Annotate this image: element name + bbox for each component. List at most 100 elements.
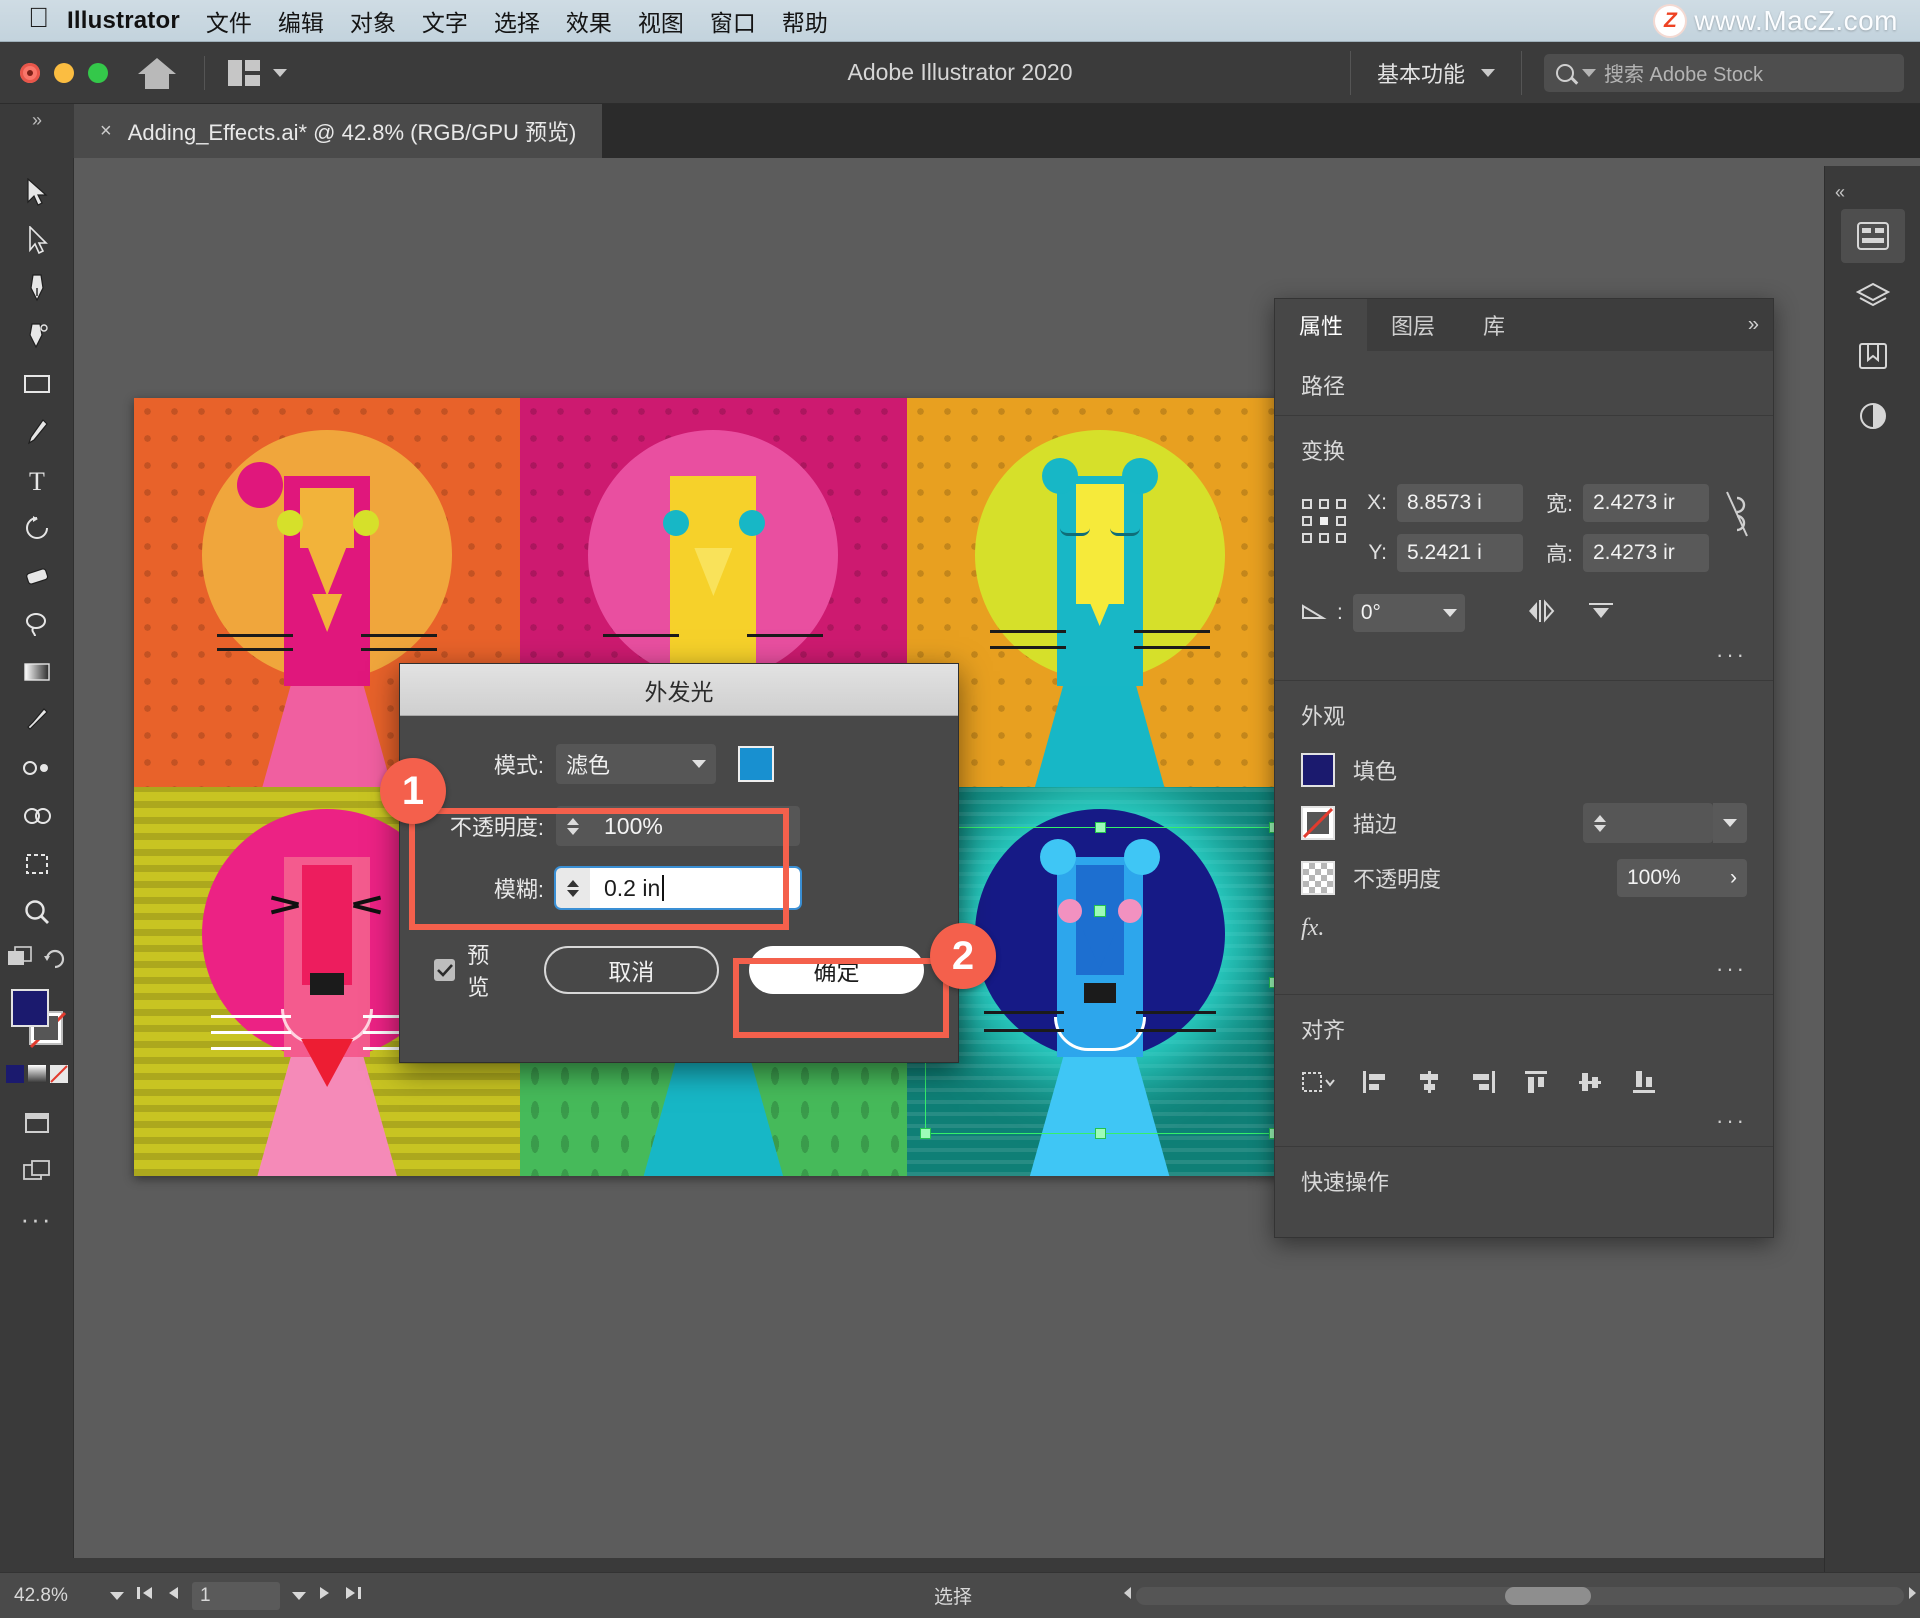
opacity-field-group[interactable]: 100% [556,806,800,846]
align-right-icon[interactable] [1469,1069,1497,1100]
fill-swatch[interactable] [10,989,49,1027]
menu-item-object[interactable]: 对象 [350,4,396,38]
properties-panel-icon[interactable] [1840,209,1905,263]
height-input[interactable]: 2.4273 ir [1583,534,1709,572]
panel-menu-icon[interactable]: » [1748,314,1759,337]
align-bottom-icon[interactable] [1631,1069,1659,1100]
align-more-button[interactable]: ··· [1275,1104,1773,1146]
selection-handle[interactable] [919,1128,931,1139]
libraries-panel-icon[interactable] [1841,329,1905,383]
selection-handle[interactable] [1094,822,1106,833]
close-window-button[interactable] [20,62,40,83]
chevron-down-icon[interactable] [273,68,287,77]
angle-select[interactable]: 0° [1352,594,1465,632]
workspace-switcher[interactable]: 基本功能 [1349,50,1522,95]
menu-item-window[interactable]: 窗口 [710,4,756,38]
none-swatch-icon[interactable] [49,1065,68,1083]
blend-tool[interactable] [10,744,64,792]
home-icon[interactable] [136,55,178,91]
page-number-input[interactable]: 1 [192,1581,280,1610]
menu-item-edit[interactable]: 编辑 [278,4,324,38]
toolbar-collapse-button[interactable]: » [0,104,74,158]
menu-item-select[interactable]: 选择 [494,4,540,38]
tool-status-label[interactable]: 选择 [934,1582,972,1609]
gradient-swatch-icon[interactable] [27,1065,46,1083]
chevron-down-icon[interactable] [292,1591,306,1600]
menu-item-file[interactable]: 文件 [206,4,252,38]
scrollbar-thumb[interactable] [1504,1586,1591,1605]
stroke-weight-input[interactable] [1617,803,1713,843]
zoom-tool[interactable] [10,888,64,936]
fill-stroke-swatches[interactable] [9,989,66,1049]
mode-select[interactable]: 滤色 [556,744,716,784]
first-page-icon[interactable] [136,1585,154,1607]
artwork-cell-lion-gold[interactable] [906,398,1293,787]
shape-builder-tool[interactable] [10,792,64,840]
properties-panel[interactable]: 属性 图层 库 » 路径 变换 X: 8.8573 i 宽: 2.4273 ir… [1274,298,1774,1238]
scroll-left-icon[interactable] [1120,1585,1136,1607]
more-tools-button[interactable]: ··· [10,1195,64,1243]
apple-logo-icon[interactable]:  [28,3,49,32]
layers-panel-icon[interactable] [1841,269,1905,323]
color-mode-swatches[interactable] [5,1065,68,1083]
next-page-icon[interactable] [318,1585,332,1607]
paintbrush-tool[interactable] [10,408,64,456]
chevron-down-icon[interactable] [1713,803,1747,843]
eraser-tool[interactable] [10,552,64,600]
transform-more-button[interactable]: ··· [1275,638,1773,680]
rectangle-tool[interactable] [10,360,64,408]
direct-selection-tool[interactable] [10,216,64,264]
opacity-options-icon[interactable]: › [1730,866,1737,890]
pen-tool[interactable] [10,264,64,312]
align-center-vertical-icon[interactable] [1577,1069,1605,1100]
gradient-tool[interactable] [10,648,64,696]
screen-mode-icon[interactable] [7,946,33,975]
zoom-level[interactable]: 42.8% [0,1585,110,1607]
align-center-horizontal-icon[interactable] [1415,1069,1443,1100]
link-broken-icon[interactable] [1723,484,1751,549]
scroll-right-icon[interactable] [1904,1585,1920,1607]
stepper-up-icon[interactable] [567,817,579,825]
prev-page-icon[interactable] [166,1585,180,1607]
align-top-icon[interactable] [1523,1069,1551,1100]
stroke-color-swatch[interactable] [1301,806,1335,840]
x-input[interactable]: 8.8573 i [1397,484,1523,522]
align-to-selection-icon[interactable] [1301,1069,1335,1100]
type-tool[interactable]: T [10,456,64,504]
ok-button[interactable]: 确定 [748,946,924,994]
minimize-window-button[interactable] [54,62,74,83]
blur-stepper[interactable] [556,868,590,908]
menu-item-view[interactable]: 视图 [638,4,684,38]
y-input[interactable]: 5.2421 i [1397,534,1523,572]
opacity-input[interactable]: 100% › [1617,859,1747,897]
stepper-down-icon[interactable] [567,827,579,835]
maximize-window-button[interactable] [88,62,108,83]
outer-glow-dialog[interactable]: 外发光 模式: 滤色 不透明度: 100% 模糊: 0.2 in 预览 取消 确… [399,663,959,1063]
flip-vertical-icon[interactable] [1585,598,1617,629]
appearance-more-button[interactable]: ··· [1275,952,1773,994]
tab-layers[interactable]: 图层 [1367,299,1459,351]
checkbox-checked-icon[interactable] [434,959,456,981]
dock-collapse-button[interactable]: « [1835,182,1845,203]
lasso-tool[interactable] [10,600,64,648]
selection-handle[interactable] [1094,1128,1106,1139]
curvature-tool[interactable] [10,312,64,360]
stepper-up-icon[interactable] [567,879,579,887]
stroke-weight-stepper[interactable] [1583,803,1617,843]
menu-item-effect[interactable]: 效果 [566,4,612,38]
undo-icon[interactable] [43,947,67,974]
chevron-down-icon[interactable] [110,1591,124,1600]
cancel-button[interactable]: 取消 [543,946,719,994]
glow-color-swatch[interactable] [738,746,774,782]
preview-checkbox[interactable]: 预览 [434,938,510,1002]
document-tab[interactable]: × Adding_Effects.ai* @ 42.8% (RGB/GPU 预览… [74,104,603,158]
rotate-tool[interactable] [10,504,64,552]
horizontal-scrollbar[interactable] [1120,1585,1920,1607]
close-icon[interactable]: × [100,120,112,143]
stepper-down-icon[interactable] [1594,824,1606,832]
reference-point-icon[interactable] [1301,498,1347,544]
artboard-tool[interactable] [10,840,64,888]
tab-properties[interactable]: 属性 [1275,299,1368,351]
appearance-panel-icon[interactable] [1841,389,1905,443]
opacity-stepper[interactable] [556,806,590,846]
